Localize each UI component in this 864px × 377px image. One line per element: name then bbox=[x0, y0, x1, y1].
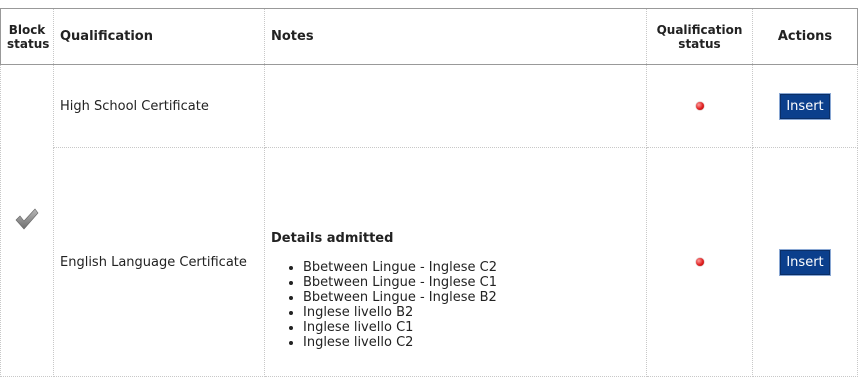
list-item: Inglese livello B2 bbox=[303, 305, 640, 320]
insert-button[interactable]: Insert bbox=[779, 248, 831, 276]
list-item: Inglese livello C1 bbox=[303, 320, 640, 335]
block-status-cell bbox=[0, 64, 54, 377]
red-dot-icon bbox=[695, 257, 704, 266]
qualification-status-cell bbox=[646, 64, 753, 148]
notes-cell bbox=[264, 64, 647, 148]
header-block-status: Block status bbox=[0, 8, 54, 65]
checkmark-icon bbox=[15, 208, 39, 229]
list-item: Bbetween Lingue - Inglese B2 bbox=[303, 290, 640, 305]
table-row: English Language Certificate Details adm… bbox=[1, 147, 858, 377]
qualification-cell: High School Certificate bbox=[53, 64, 265, 148]
notes-content: Details admitted Bbetween Lingue - Ingle… bbox=[271, 175, 640, 350]
header-qualification: Qualification bbox=[53, 8, 265, 65]
header-actions: Actions bbox=[752, 8, 858, 65]
table-row: High School Certificate Insert bbox=[0, 64, 858, 377]
list-item: Bbetween Lingue - Inglese C2 bbox=[303, 260, 640, 275]
header-qualification-status: Qualification status bbox=[646, 8, 753, 65]
header-notes: Notes bbox=[264, 8, 647, 65]
notes-list: Bbetween Lingue - Inglese C2 Bbetween Li… bbox=[271, 260, 640, 350]
page: Block status Qualification Notes Qualifi… bbox=[0, 0, 864, 377]
list-item: Bbetween Lingue - Inglese C1 bbox=[303, 275, 640, 290]
actions-cell: Insert bbox=[752, 147, 858, 377]
qualification-status-cell bbox=[646, 147, 753, 377]
notes-title: Details admitted bbox=[271, 230, 394, 246]
red-dot-icon bbox=[695, 101, 704, 110]
qualifications-table: Block status Qualification Notes Qualifi… bbox=[0, 8, 858, 377]
list-item: Inglese livello C2 bbox=[303, 335, 640, 350]
qualification-cell: English Language Certificate bbox=[53, 147, 265, 377]
table-header-row: Block status Qualification Notes Qualifi… bbox=[0, 8, 858, 65]
actions-cell: Insert bbox=[752, 64, 858, 148]
insert-button[interactable]: Insert bbox=[779, 92, 831, 120]
notes-cell: Details admitted Bbetween Lingue - Ingle… bbox=[264, 147, 647, 377]
